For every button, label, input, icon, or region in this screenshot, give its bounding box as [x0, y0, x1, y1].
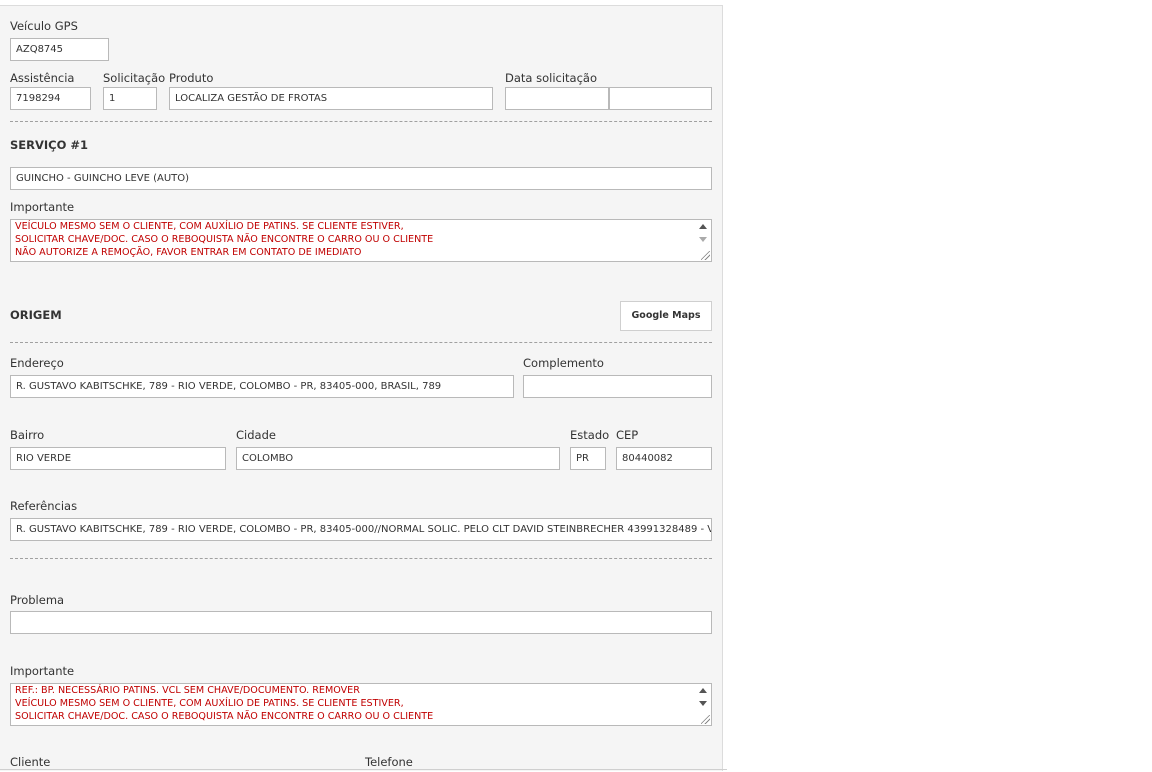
arrow-down-icon[interactable] — [699, 237, 707, 242]
data-solicitacao-time-field[interactable] — [609, 87, 712, 110]
arrow-down-icon[interactable] — [699, 701, 707, 706]
bairro-field[interactable]: RIO VERDE — [10, 447, 226, 470]
cep-field[interactable]: 80440082 — [616, 447, 712, 470]
cidade-field[interactable]: COLOMBO — [236, 447, 560, 470]
estado-label: Estado — [570, 428, 610, 442]
service-form-panel: Veículo GPS AZQ8745 Assistência 7198294 … — [0, 5, 723, 771]
vehicle-gps-field[interactable]: AZQ8745 — [10, 38, 109, 61]
assistencia-field[interactable]: 7198294 — [10, 87, 91, 110]
importante-line: VEÍCULO MESMO SEM O CLIENTE, COM AUXÍLIO… — [15, 698, 404, 709]
section-divider — [10, 342, 712, 343]
panel-bottom-border — [0, 769, 727, 770]
problema-field[interactable] — [10, 611, 712, 634]
solicitacao-field[interactable]: 1 — [103, 87, 157, 110]
cliente-label: Cliente — [10, 755, 51, 769]
importante-line: NÃO AUTORIZE A REMOÇÃO, FAVOR ENTRAR EM … — [15, 247, 362, 258]
section-divider — [10, 558, 712, 559]
importante-line: SOLICITAR CHAVE/DOC. CASO O REBOQUISTA N… — [15, 234, 434, 245]
cep-label: CEP — [616, 428, 639, 442]
complemento-field[interactable] — [523, 375, 712, 398]
arrow-up-icon[interactable] — [699, 224, 707, 229]
problem-importante-label: Importante — [10, 664, 75, 678]
cidade-label: Cidade — [236, 428, 276, 442]
problem-importante-textarea[interactable]: REF.: BP. NECESSÁRIO PATINS. VCL SEM CHA… — [10, 683, 712, 726]
problema-label: Problema — [10, 593, 65, 607]
resize-grip-icon[interactable] — [701, 715, 710, 724]
data-solicitacao-date-field[interactable] — [505, 87, 609, 110]
vehicle-gps-label: Veículo GPS — [10, 19, 78, 33]
service-importante-label: Importante — [10, 200, 75, 214]
resize-grip-icon[interactable] — [701, 251, 710, 260]
service-title: SERVIÇO #1 — [10, 138, 89, 152]
origin-title: ORIGEM — [10, 308, 62, 322]
referencias-label: Referências — [10, 499, 78, 513]
complemento-label: Complemento — [523, 356, 604, 370]
importante-line: REF.: BP. NECESSÁRIO PATINS. VCL SEM CHA… — [15, 685, 360, 696]
solicitacao-label: Solicitação — [103, 71, 166, 85]
google-maps-button[interactable]: Google Maps — [620, 301, 712, 331]
endereco-field[interactable]: R. GUSTAVO KABITSCHKE, 789 - RIO VERDE, … — [10, 375, 514, 398]
importante-line: VEÍCULO MESMO SEM O CLIENTE, COM AUXÍLIO… — [15, 221, 404, 232]
produto-field[interactable]: LOCALIZA GESTÃO DE FROTAS — [169, 87, 493, 110]
produto-label: Produto — [169, 71, 214, 85]
bairro-label: Bairro — [10, 428, 45, 442]
service-type-field[interactable]: GUINCHO - GUINCHO LEVE (AUTO) — [10, 167, 712, 190]
estado-field[interactable]: PR — [570, 447, 606, 470]
service-importante-textarea[interactable]: VEÍCULO MESMO SEM O CLIENTE, COM AUXÍLIO… — [10, 219, 712, 262]
arrow-up-icon[interactable] — [699, 688, 707, 693]
section-divider — [10, 121, 712, 122]
data-solicitacao-label: Data solicitação — [505, 71, 598, 85]
assistencia-label: Assistência — [10, 71, 75, 85]
telefone-label: Telefone — [365, 755, 413, 769]
importante-line: SOLICITAR CHAVE/DOC. CASO O REBOQUISTA N… — [15, 711, 434, 722]
endereco-label: Endereço — [10, 356, 64, 370]
referencias-field[interactable]: R. GUSTAVO KABITSCHKE, 789 - RIO VERDE, … — [10, 518, 712, 541]
